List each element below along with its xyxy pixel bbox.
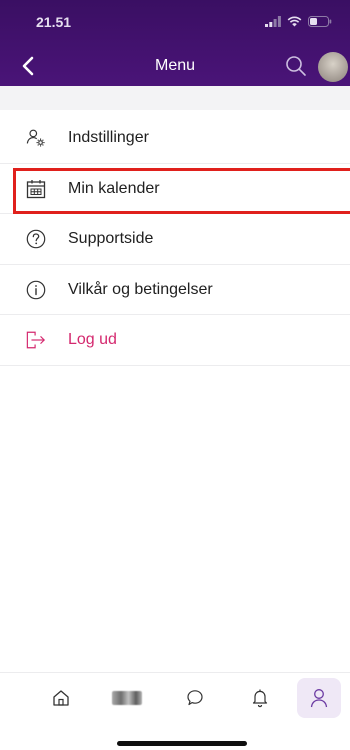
calendar-icon — [26, 179, 46, 199]
menu-item-terms[interactable]: Vilkår og betingelser — [0, 265, 350, 315]
menu-item-calendar[interactable]: Min kalender — [0, 164, 350, 214]
header-spacer — [0, 86, 350, 110]
menu-item-label: Log ud — [68, 331, 117, 348]
tab-profile[interactable] — [297, 678, 341, 718]
signal-icon — [265, 15, 281, 27]
search-icon — [286, 56, 306, 76]
status-time: 21.51 — [36, 14, 72, 30]
help-circle-icon — [26, 229, 46, 249]
profile-icon — [310, 689, 328, 708]
nav-bar: Menu — [0, 48, 350, 86]
tab-blurred[interactable] — [110, 681, 144, 715]
app-header: 21.51 Menu — [0, 0, 350, 86]
bell-icon — [252, 689, 268, 708]
menu-item-label: Vilkår og betingelser — [68, 280, 213, 298]
menu-item-logout[interactable]: Log ud — [0, 315, 350, 366]
home-icon — [53, 690, 69, 706]
blurred-image — [112, 691, 142, 705]
logout-icon — [26, 330, 46, 350]
avatar[interactable] — [318, 52, 348, 82]
search-button[interactable] — [284, 54, 308, 78]
tab-bar — [0, 672, 350, 722]
menu-item-label: Supportside — [68, 230, 154, 247]
tab-notifications[interactable] — [243, 681, 277, 715]
menu-item-label: Min kalender — [68, 179, 160, 197]
battery-icon — [308, 15, 332, 27]
home-indicator — [117, 741, 247, 746]
menu-item-label: Indstillinger — [68, 129, 149, 146]
menu-list: Indstillinger Min kalender Supportside V… — [0, 113, 350, 366]
menu-item-settings[interactable]: Indstillinger — [0, 113, 350, 164]
info-circle-icon — [26, 280, 46, 300]
tab-home[interactable] — [44, 681, 78, 715]
tab-chat[interactable] — [178, 681, 212, 715]
status-bar: 21.51 — [0, 0, 350, 40]
menu-item-support[interactable]: Supportside — [0, 214, 350, 265]
wifi-icon — [287, 16, 302, 26]
status-icons — [265, 14, 332, 28]
chat-bubble-icon — [187, 690, 203, 706]
user-settings-icon — [26, 128, 46, 148]
